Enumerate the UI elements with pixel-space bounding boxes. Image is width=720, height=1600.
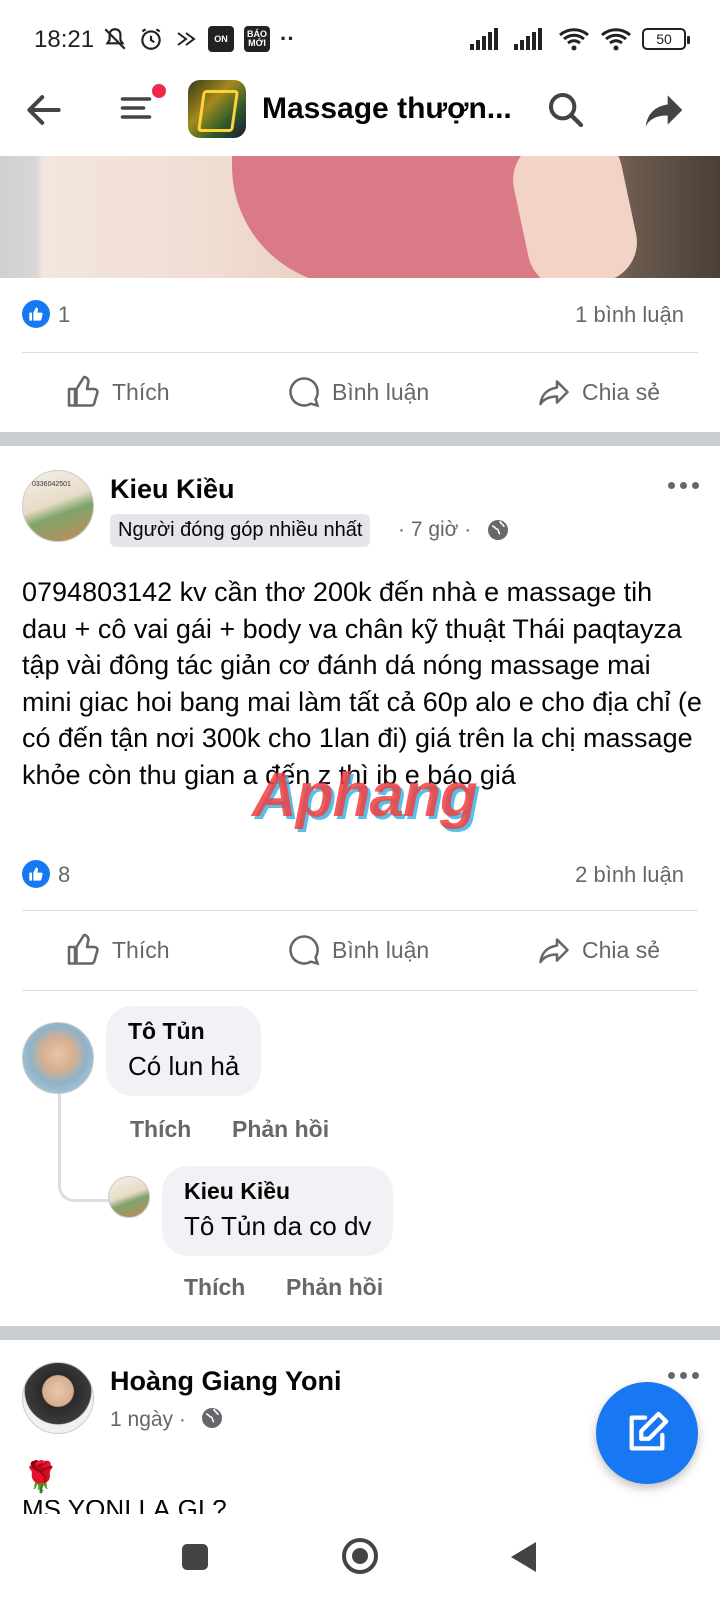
comment-bubble-icon xyxy=(289,935,320,966)
share-label: Chia sẻ xyxy=(582,378,660,405)
more-options-icon[interactable] xyxy=(668,1372,699,1379)
globe-icon xyxy=(488,520,508,540)
avatar[interactable]: 0336042501 xyxy=(22,470,94,542)
status-system-icons: 50 xyxy=(470,24,690,54)
post-time[interactable]: 1 ngày · xyxy=(110,1408,186,1432)
like-label: Thích xyxy=(112,378,170,405)
back-icon[interactable] xyxy=(508,1540,538,1574)
app-notification-icon xyxy=(177,32,196,46)
divider xyxy=(22,352,698,353)
reply-reply-button[interactable]: Phản hồi xyxy=(286,1274,383,1301)
arrow-left-icon[interactable] xyxy=(22,88,66,132)
comment-reply-button[interactable]: Phản hồi xyxy=(232,1116,329,1143)
post-text-partial: MS YONI LÀ GÌ ? xyxy=(22,1500,322,1514)
post2-like-button[interactable]: Thích xyxy=(66,932,170,968)
avatar[interactable] xyxy=(22,1362,94,1434)
compose-post-button[interactable] xyxy=(596,1382,698,1484)
recent-apps-icon[interactable] xyxy=(182,1544,208,1570)
comment-like-button[interactable]: Thích xyxy=(130,1116,191,1143)
wifi-icon-2 xyxy=(601,28,631,51)
thumbs-up-icon xyxy=(67,933,99,965)
post1-like-count[interactable]: 1 xyxy=(58,302,70,328)
divider xyxy=(22,910,698,911)
post2-share-button[interactable]: Chia sẻ xyxy=(536,932,660,968)
alarm-clock-icon xyxy=(141,28,161,50)
search-icon[interactable] xyxy=(546,90,586,130)
notification-dot xyxy=(152,84,166,98)
more-options-icon[interactable] xyxy=(668,482,699,489)
signal-icon-2 xyxy=(514,28,542,50)
share-icon xyxy=(539,938,569,964)
watermark-logo: Aphang xyxy=(252,761,478,830)
more-notifications-indicator: ·· xyxy=(280,26,295,51)
comment-author[interactable]: Tô Tủn xyxy=(128,1018,239,1045)
signal-icon xyxy=(470,28,498,50)
system-nav-bar xyxy=(0,1514,720,1600)
battery-indicator: 50 xyxy=(642,28,690,50)
bao-moi-app-icon: BÁO MỚI xyxy=(244,26,270,52)
group-avatar[interactable] xyxy=(188,80,246,138)
like-reaction-icon xyxy=(22,300,50,328)
reply-like-button[interactable]: Thích xyxy=(184,1274,245,1301)
post1-like-button[interactable]: Thích xyxy=(66,374,170,410)
comment-bubble-icon xyxy=(289,377,320,408)
share-label: Chia sẻ xyxy=(582,936,660,963)
post2-like-count[interactable]: 8 xyxy=(58,862,70,888)
rose-emoji: 🌹 xyxy=(22,1461,60,1494)
comment-label: Bình luận xyxy=(332,378,430,405)
section-separator xyxy=(0,432,720,446)
post-time[interactable]: · 7 giờ · xyxy=(398,518,471,542)
hamburger-menu-icon[interactable] xyxy=(118,90,154,126)
avatar-text: 0336042501 xyxy=(32,481,71,488)
post1-share-button[interactable]: Chia sẻ xyxy=(536,374,660,410)
status-notification-icons: ON BÁO MỚI ·· xyxy=(102,24,295,54)
post-text-clip: MS YONI LÀ GÌ ? xyxy=(22,1500,322,1514)
post-photo[interactable] xyxy=(0,156,720,278)
reply-bubble[interactable]: Kieu Kiều Tô Tủn da co dv xyxy=(162,1166,394,1256)
like-label: Thích xyxy=(112,936,170,963)
globe-icon xyxy=(202,1408,222,1428)
divider xyxy=(22,990,698,991)
comment-bubble[interactable]: Tô Tủn Có lun hả xyxy=(106,1006,262,1096)
mute-bell-icon xyxy=(104,28,126,50)
status-bar: 18:21 ON BÁO MỚI ·· 50 xyxy=(0,0,720,78)
comment-author[interactable]: Kieu Kiều xyxy=(184,1178,371,1205)
reply-thread-line xyxy=(58,1092,110,1202)
comment-text: Có lun hả xyxy=(128,1051,240,1081)
avatar[interactable] xyxy=(108,1176,150,1218)
page-title[interactable]: Massage thượn... xyxy=(262,92,512,126)
comment-label: Bình luận xyxy=(332,936,430,963)
thumbs-up-icon xyxy=(67,375,99,407)
post-author-name[interactable]: Kieu Kiều xyxy=(110,474,235,505)
comment-text: Tô Tủn da co dv xyxy=(184,1211,372,1241)
edit-pencil-icon xyxy=(629,1411,669,1451)
wifi-icon xyxy=(559,28,589,51)
post1-comment-button[interactable]: Bình luận xyxy=(286,374,429,410)
post2-comment-button[interactable]: Bình luận xyxy=(286,932,429,968)
post1-comment-count[interactable]: 1 bình luận xyxy=(575,302,684,328)
top-contributor-badge[interactable]: Người đóng góp nhiều nhất xyxy=(110,514,371,547)
share-arrow-icon[interactable] xyxy=(642,88,686,132)
home-icon[interactable] xyxy=(342,1538,378,1574)
section-separator xyxy=(0,1326,720,1340)
like-reaction-icon xyxy=(22,860,50,888)
on-app-icon: ON xyxy=(208,26,234,52)
share-icon xyxy=(539,380,569,406)
status-time: 18:21 xyxy=(34,26,95,53)
post-author-name[interactable]: Hoàng Giang Yoni xyxy=(110,1366,342,1397)
post2-comment-count[interactable]: 2 bình luận xyxy=(575,862,684,888)
avatar[interactable] xyxy=(22,1022,94,1094)
